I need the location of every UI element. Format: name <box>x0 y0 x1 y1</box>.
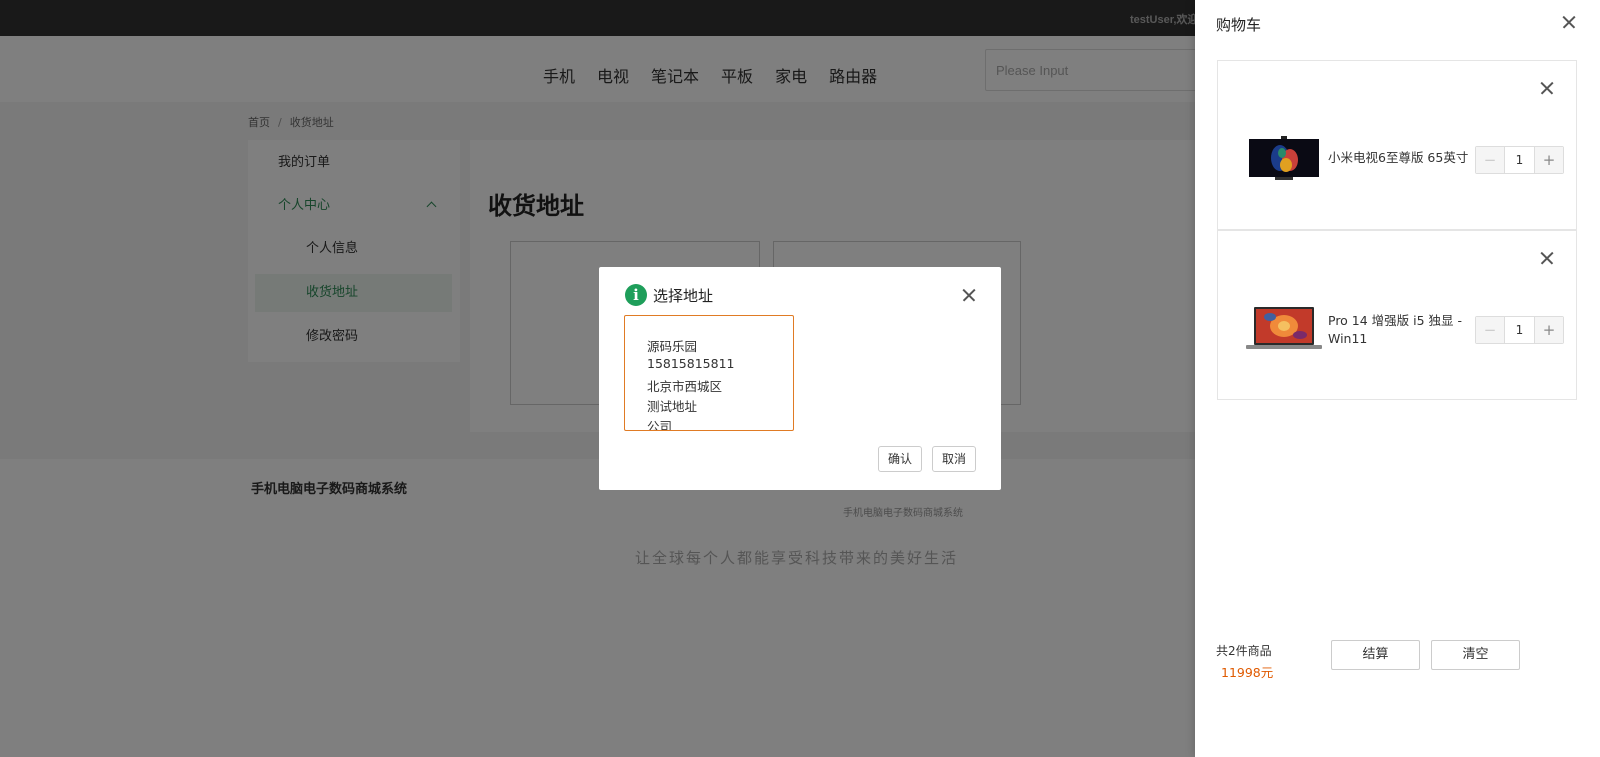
dialog-close-button[interactable] <box>959 285 979 305</box>
decrease-button[interactable]: − <box>1476 317 1504 343</box>
decrease-button[interactable]: − <box>1476 147 1504 173</box>
quantity-stepper: − 1 + <box>1475 316 1564 344</box>
cart-item: Pro 14 增强版 i5 独显 - Win11 − 1 + <box>1217 230 1577 400</box>
dialog-title: 选择地址 <box>653 287 714 305</box>
confirm-button[interactable]: 确认 <box>878 446 922 472</box>
increase-button[interactable]: + <box>1535 147 1563 173</box>
cart-total: 11998元 <box>1221 665 1274 680</box>
checkout-button[interactable]: 结算 <box>1331 640 1420 670</box>
close-icon <box>959 285 979 305</box>
cancel-button[interactable]: 取消 <box>932 446 976 472</box>
remove-item-button[interactable] <box>1538 249 1556 267</box>
quantity-stepper: − 1 + <box>1475 146 1564 174</box>
quantity-value[interactable]: 1 <box>1504 317 1535 343</box>
cart-count: 共2件商品 <box>1216 644 1272 658</box>
close-icon <box>1538 249 1556 267</box>
cart-drawer: 购物车 小米电视6至尊版 65英寸 − 1 + Pro 14 增强版 i5 独显… <box>1195 0 1600 757</box>
laptop-image[interactable] <box>1244 305 1324 353</box>
item-name[interactable]: 小米电视6至尊版 65英寸 <box>1328 149 1473 167</box>
address-phone: 15815815811 <box>647 356 735 371</box>
select-address-dialog: i 选择地址 源码乐园 15815815811 北京市西城区 测试地址 公司 确… <box>599 267 1001 490</box>
address-detail: 测试地址 <box>647 399 698 414</box>
cart-item: 小米电视6至尊版 65英寸 − 1 + <box>1217 60 1577 230</box>
close-icon <box>1538 79 1556 97</box>
cart-title: 购物车 <box>1216 16 1262 34</box>
info-icon: i <box>625 284 647 306</box>
address-option[interactable]: 源码乐园 15815815811 北京市西城区 测试地址 公司 <box>624 315 794 431</box>
address-tag: 公司 <box>647 419 673 431</box>
increase-button[interactable]: + <box>1535 317 1563 343</box>
clear-cart-button[interactable]: 清空 <box>1431 640 1520 670</box>
remove-item-button[interactable] <box>1538 79 1556 97</box>
address-name: 源码乐园 <box>647 339 698 354</box>
item-name[interactable]: Pro 14 增强版 i5 独显 - Win11 <box>1328 312 1473 348</box>
close-icon <box>1559 12 1579 32</box>
quantity-value[interactable]: 1 <box>1504 147 1535 173</box>
tv-image[interactable] <box>1248 135 1320 183</box>
cart-close-button[interactable] <box>1559 12 1579 32</box>
address-region: 北京市西城区 <box>647 379 723 394</box>
